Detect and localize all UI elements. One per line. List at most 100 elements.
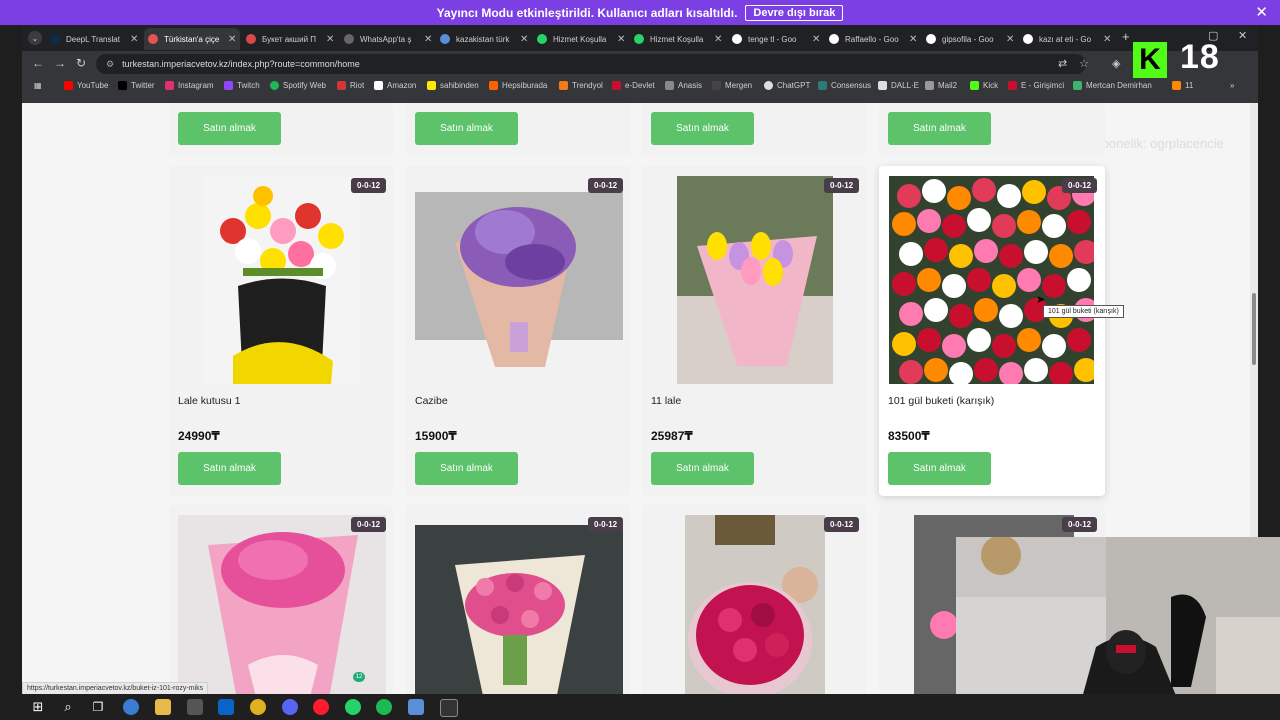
back-icon[interactable]: ← — [32, 56, 44, 70]
bookmark-instagram[interactable]: Instagram — [165, 81, 214, 90]
address-bar[interactable]: ⚙ turkestan.imperiacvetov.kz/index.php?r… — [96, 54, 1086, 74]
translate-icon[interactable]: ⇄ — [1058, 57, 1067, 70]
buy-button[interactable]: Satın almak — [415, 452, 518, 485]
product-name[interactable]: 11 lale — [651, 395, 681, 407]
tab-kazakistan[interactable]: kazakistan türk ✕ — [440, 28, 530, 50]
product-image[interactable] — [178, 515, 386, 694]
close-icon[interactable]: ✕ — [617, 34, 625, 45]
site-info-icon[interactable]: ⚙ — [106, 59, 114, 70]
tab-gipsofila[interactable]: gipsofila - Goo ✕ — [926, 28, 1016, 50]
close-icon[interactable]: ✕ — [714, 34, 722, 45]
tab-search-icon[interactable]: ⌄ — [28, 31, 42, 45]
close-icon[interactable]: ✕ — [130, 34, 138, 45]
more-bookmarks-icon[interactable]: » — [1230, 81, 1234, 90]
close-icon[interactable]: ✕ — [1103, 34, 1111, 45]
tab-hizmet-2[interactable]: Hizmet Koşulla ✕ — [634, 28, 724, 50]
disable-streamer-mode-button[interactable]: Devre dışı bırak — [745, 4, 844, 21]
outlook-icon[interactable] — [218, 699, 234, 715]
calculator-icon[interactable] — [408, 699, 424, 715]
bookmark-mergen[interactable]: Mergen — [712, 81, 752, 90]
spotify-icon[interactable] — [376, 699, 392, 715]
product-image[interactable] — [415, 525, 623, 694]
task-view-icon[interactable]: ❐ — [90, 699, 106, 715]
tab-hizmet-1[interactable]: Hizmet Koşulla ✕ — [537, 28, 627, 50]
tab-kazi[interactable]: kazı at eti - Go ✕ — [1023, 28, 1113, 50]
buy-button[interactable]: Satın almak — [888, 112, 991, 145]
buy-button[interactable]: Satın almak — [178, 452, 281, 485]
tab-deepl[interactable]: DeepL Translat ✕ — [50, 28, 140, 50]
bookmark-sahibinden[interactable]: sahibinden — [427, 81, 479, 90]
copilot-icon[interactable] — [123, 699, 139, 715]
product-card[interactable]: 0-0-12 Lale kutusu 1 24990₸ Satın almak — [169, 166, 393, 496]
search-icon[interactable]: ⌕ — [60, 699, 76, 715]
bookmark-mail2[interactable]: Mail2 — [925, 81, 957, 90]
buy-button[interactable]: Satın almak — [178, 112, 281, 145]
close-icon[interactable]: ✕ — [909, 34, 917, 45]
product-card[interactable]: 0-0-12 — [406, 505, 630, 694]
forward-icon[interactable]: → — [54, 56, 66, 70]
bookmark-amazon[interactable]: Amazon — [374, 81, 416, 90]
product-card[interactable]: 0-0-12 11 lale 25987₸ Satın almak — [642, 166, 866, 496]
close-icon[interactable]: ✕ — [1255, 3, 1268, 21]
bookmark-youtube[interactable]: YouTube — [64, 81, 108, 90]
scroll-thumb[interactable] — [1252, 293, 1256, 365]
product-image[interactable] — [685, 515, 825, 694]
buy-button[interactable]: Satın almak — [651, 112, 754, 145]
bookmark-consensus[interactable]: Consensus — [818, 81, 871, 90]
product-name[interactable]: Lale kutusu 1 — [178, 395, 240, 407]
product-card[interactable]: 0-0-12 — [642, 505, 866, 694]
bookmark-hepsiburada[interactable]: Hepsiburada — [489, 81, 547, 90]
obs-icon[interactable] — [440, 699, 458, 717]
bookmark-anasis[interactable]: Anasis — [665, 81, 702, 90]
tab-buket[interactable]: Букет акший П ✕ — [246, 28, 336, 50]
whatsapp-icon[interactable] — [345, 699, 361, 715]
product-image[interactable] — [889, 176, 1094, 384]
streamer-mode-banner: Yayıncı Modu etkinleştirildi. Kullanıcı … — [0, 0, 1280, 25]
product-name[interactable]: Cazibe — [415, 395, 448, 407]
product-name[interactable]: 101 gül buketi (karışık) — [888, 395, 994, 407]
bookmark-chatgpt[interactable]: ChatGPT — [764, 81, 810, 90]
file-explorer-icon[interactable] — [155, 699, 171, 715]
discord-icon[interactable] — [282, 699, 298, 715]
bookmark-star-icon[interactable]: ☆ — [1079, 57, 1089, 70]
bookmark-spotify[interactable]: Spotify Web — [270, 81, 326, 90]
product-image[interactable] — [203, 176, 361, 384]
close-window-icon[interactable]: ✕ — [1238, 29, 1247, 42]
bookmark-mertcan[interactable]: Mertcan Demirhan — [1073, 81, 1152, 90]
apps-icon[interactable]: ▦ — [34, 81, 42, 90]
product-card[interactable]: 0-0-12 Cazibe 15900₸ Satın almak — [406, 166, 630, 496]
bookmark-twitch[interactable]: Twitch — [224, 81, 260, 90]
bookmark-kick[interactable]: Kick — [970, 81, 998, 90]
product-card[interactable]: 0-0-12 — [169, 505, 393, 694]
close-icon[interactable]: ✕ — [520, 34, 528, 45]
bookmark-11[interactable]: 11 — [1172, 81, 1193, 90]
buy-button[interactable]: Satın almak — [651, 452, 754, 485]
product-image[interactable] — [677, 176, 833, 384]
windows-start-icon[interactable]: ⊞ — [30, 699, 46, 715]
close-icon[interactable]: ✕ — [812, 34, 820, 45]
buy-button[interactable]: Satın almak — [888, 452, 991, 485]
bookmark-riot[interactable]: Riot — [337, 81, 364, 90]
bookmark-edevlet[interactable]: e-Devlet — [612, 81, 655, 90]
bookmark-twitter[interactable]: Twitter — [118, 81, 155, 90]
close-icon[interactable]: ✕ — [326, 34, 334, 45]
close-icon[interactable]: ✕ — [1006, 34, 1014, 45]
product-image[interactable] — [415, 192, 623, 367]
opera-icon[interactable] — [313, 699, 329, 715]
bookmark-egirisimci[interactable]: E - Girişimci — [1008, 81, 1064, 90]
store-icon[interactable] — [187, 699, 203, 715]
reload-icon[interactable]: ↻ — [76, 56, 86, 70]
tab-whatsapp[interactable]: WhatsApp'ta ş ✕ — [344, 28, 434, 50]
extension-icon[interactable]: ◈ — [1112, 57, 1120, 70]
tab-turkistan[interactable]: Türkistan'a çiçe ✕ — [144, 28, 240, 50]
bookmark-trendyol[interactable]: Trendyol — [559, 81, 603, 90]
tab-tenge[interactable]: tenge tl - Goo ✕ — [732, 28, 822, 50]
bookmark-dalle[interactable]: DALL·E — [878, 81, 919, 90]
close-icon[interactable]: ✕ — [228, 34, 236, 45]
product-card[interactable]: 0-0-12 101 gül buketi (karışık) 83500₸ S… — [879, 166, 1105, 496]
chrome-icon[interactable] — [250, 699, 266, 715]
close-icon[interactable]: ✕ — [424, 34, 432, 45]
new-tab-icon[interactable]: + — [1122, 29, 1130, 44]
buy-button[interactable]: Satın almak — [415, 112, 518, 145]
tab-raffaello[interactable]: Raffaello - Goo ✕ — [829, 28, 919, 50]
